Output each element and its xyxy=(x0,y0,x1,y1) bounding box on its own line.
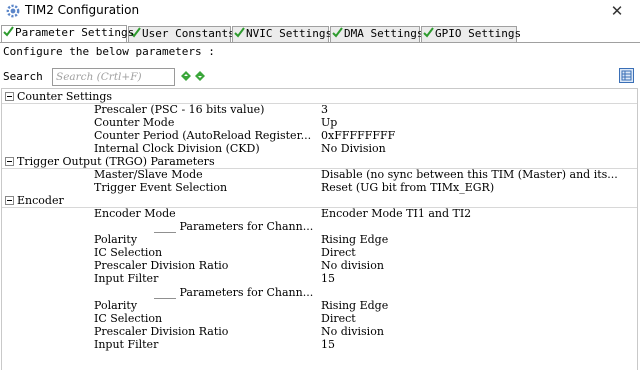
param-value[interactable]: Rising Edge xyxy=(321,299,388,312)
configure-instructions: Configure the below parameters : xyxy=(3,45,215,58)
param-name: Polarity xyxy=(94,233,138,246)
param-row[interactable]: Master/Slave Mode Disable (no sync betwee… xyxy=(2,168,637,181)
param-row[interactable]: Input Filter 15 xyxy=(2,272,637,285)
search-label: Search : xyxy=(3,70,56,83)
param-value[interactable]: Rising Edge xyxy=(321,233,388,246)
param-row[interactable]: Internal Clock Division (CKD) No Division xyxy=(2,142,637,155)
param-name: IC Selection xyxy=(94,246,163,259)
window-title: TIM2 Configuration xyxy=(25,3,140,17)
subsection-row: ____ Parameters for Chann... xyxy=(2,220,637,233)
param-row[interactable]: Prescaler Division Ratio No division xyxy=(2,325,637,338)
list-view-icon[interactable] xyxy=(619,68,634,83)
param-value[interactable]: Encoder Mode TI1 and TI2 xyxy=(321,207,471,220)
param-name: Input Filter xyxy=(94,272,159,285)
previous-arrow-icon[interactable] xyxy=(180,70,192,82)
subsection-row: ____ Parameters for Chann... xyxy=(2,286,637,299)
param-row[interactable]: IC Selection Direct xyxy=(2,312,637,325)
tab-dma-settings[interactable]: DMA Settings xyxy=(330,26,424,42)
param-row[interactable]: Prescaler Division Ratio No division xyxy=(2,259,637,272)
group-label: Encoder xyxy=(17,194,64,207)
tim2-configuration-window: TIM2 Configuration ✕ Parameter Settings … xyxy=(0,0,640,371)
subsection-label: ____ Parameters for Chann... xyxy=(154,286,314,299)
group-label: Counter Settings xyxy=(17,90,113,103)
tab-label: User Constants xyxy=(142,27,235,40)
param-name: Prescaler Division Ratio xyxy=(94,259,229,272)
search-bar: Search : xyxy=(0,68,640,86)
tab-label: GPIO Settings xyxy=(435,27,522,40)
title-bar: TIM2 Configuration ✕ xyxy=(0,0,640,24)
param-value[interactable]: 3 xyxy=(321,103,328,116)
param-row[interactable]: IC Selection Direct xyxy=(2,246,637,259)
tab-bar: Parameter Settings User Constants NVIC S… xyxy=(0,25,640,42)
param-value[interactable]: 15 xyxy=(321,272,335,285)
param-name: Polarity xyxy=(94,299,138,312)
param-value[interactable]: 0xFFFFFFFF xyxy=(321,129,395,142)
tab-parameter-settings[interactable]: Parameter Settings xyxy=(1,25,134,42)
param-value[interactable]: No division xyxy=(321,259,384,272)
group-label: Trigger Output (TRGO) Parameters xyxy=(17,155,215,168)
collapse-icon[interactable] xyxy=(5,157,14,166)
parameter-tree: Counter Settings Prescaler (PSC - 16 bit… xyxy=(1,88,638,370)
param-row[interactable]: Encoder Mode Encoder Mode TI1 and TI2 xyxy=(2,207,637,220)
param-row[interactable]: Polarity Rising Edge xyxy=(2,299,637,312)
param-value[interactable]: Disable (no sync between this TIM (Maste… xyxy=(321,168,618,181)
param-row[interactable]: Input Filter 15 xyxy=(2,338,637,351)
subsection-label: ____ Parameters for Chann... xyxy=(154,220,314,233)
param-value[interactable]: No division xyxy=(321,325,384,338)
param-name: Internal Clock Division (CKD) xyxy=(94,142,260,155)
param-name: Master/Slave Mode xyxy=(94,168,203,181)
next-arrow-icon[interactable] xyxy=(194,70,206,82)
tab-label: Parameter Settings xyxy=(15,26,135,39)
param-name: Counter Period (AutoReload Register... xyxy=(94,129,312,142)
param-row[interactable]: Prescaler (PSC - 16 bits value) 3 xyxy=(2,103,637,116)
param-value[interactable]: No Division xyxy=(321,142,386,155)
tab-divider xyxy=(0,42,640,43)
collapse-icon[interactable] xyxy=(5,92,14,101)
param-name: Encoder Mode xyxy=(94,207,176,220)
param-value[interactable]: Up xyxy=(321,116,337,129)
param-row[interactable]: Counter Period (AutoReload Register... 0x… xyxy=(2,129,637,142)
collapse-icon[interactable] xyxy=(5,196,14,205)
param-name: Counter Mode xyxy=(94,116,175,129)
param-value[interactable]: Reset (UG bit from TIMx_EGR) xyxy=(321,181,494,194)
check-icon xyxy=(423,27,434,38)
tab-gpio-settings[interactable]: GPIO Settings xyxy=(421,26,521,42)
tab-label: NVIC Settings xyxy=(246,27,333,40)
param-row[interactable]: Polarity Rising Edge xyxy=(2,233,637,246)
search-input[interactable] xyxy=(52,68,175,86)
param-name: IC Selection xyxy=(94,312,163,325)
group-encoder[interactable]: Encoder xyxy=(2,194,637,208)
check-icon xyxy=(234,27,245,38)
check-icon xyxy=(332,27,343,38)
param-row[interactable]: Trigger Event Selection Reset (UG bit fro… xyxy=(2,181,637,194)
param-value[interactable]: Direct xyxy=(321,246,356,259)
param-value[interactable]: 15 xyxy=(321,338,335,351)
group-counter-settings[interactable]: Counter Settings xyxy=(2,90,637,104)
param-value[interactable]: Direct xyxy=(321,312,356,325)
check-icon xyxy=(3,26,14,37)
param-name: Trigger Event Selection xyxy=(94,181,228,194)
param-row[interactable]: Counter Mode Up xyxy=(2,116,637,129)
group-trigger-output[interactable]: Trigger Output (TRGO) Parameters xyxy=(2,155,637,169)
tab-label: DMA Settings xyxy=(344,27,424,40)
param-name: Input Filter xyxy=(94,338,159,351)
close-button[interactable]: ✕ xyxy=(594,0,640,24)
tab-nvic-settings[interactable]: NVIC Settings xyxy=(232,26,333,42)
gear-icon xyxy=(6,4,20,18)
tab-user-constants[interactable]: User Constants xyxy=(128,26,235,42)
param-name: Prescaler Division Ratio xyxy=(94,325,229,338)
param-name: Prescaler (PSC - 16 bits value) xyxy=(94,103,265,116)
